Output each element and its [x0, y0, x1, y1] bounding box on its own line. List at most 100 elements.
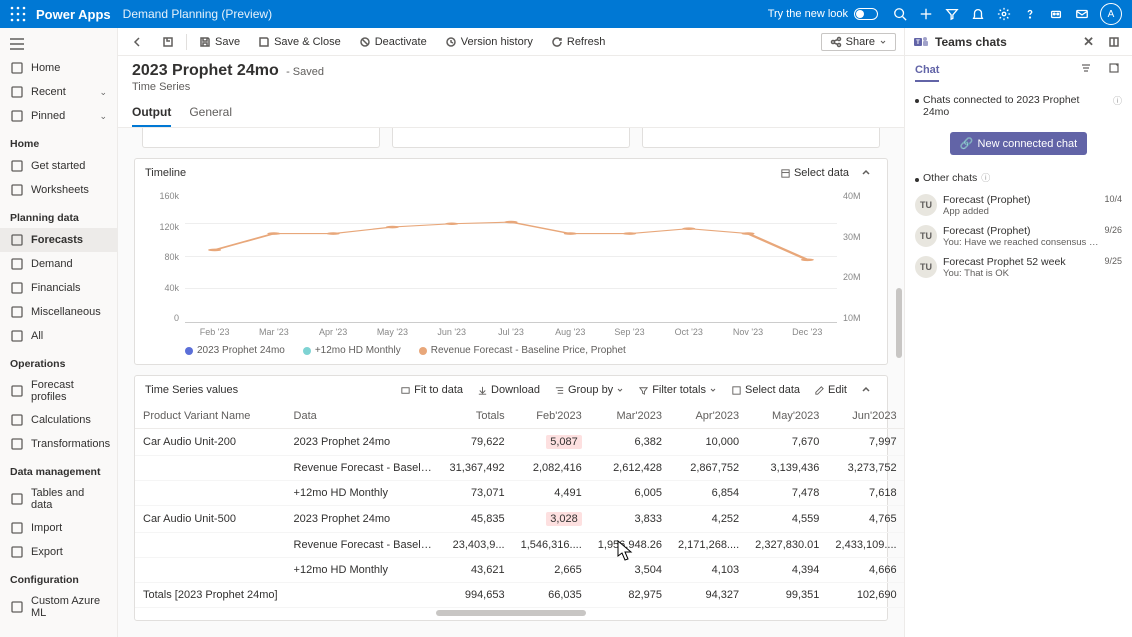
table-row[interactable]: Totals [2023 Prophet 24mo]994,65366,0358…	[135, 583, 904, 608]
chat-item[interactable]: TU Forecast (Prophet) App added 10/4	[915, 190, 1122, 221]
table-cell[interactable]: 102,690	[827, 583, 904, 608]
sidebar-item-miscellaneous[interactable]: Miscellaneous	[0, 300, 117, 324]
filter-chats-icon[interactable]	[1078, 60, 1094, 82]
table-cell[interactable]: 4,765	[827, 506, 904, 533]
filter-icon[interactable]	[940, 2, 964, 26]
table-cell[interactable]: 66,035	[513, 583, 590, 608]
table-cell[interactable]: 2023 Prophet 24mo	[286, 506, 442, 533]
tab-general[interactable]: General	[189, 99, 232, 127]
collapse-icon[interactable]	[855, 383, 877, 397]
column-header[interactable]: Apr'2023	[670, 404, 747, 429]
table-cell[interactable]: 3,504	[590, 558, 670, 583]
sidebar-item-transformations[interactable]: Transformations	[0, 432, 117, 456]
horizontal-scrollbar[interactable]	[436, 610, 586, 616]
back-button[interactable]	[126, 33, 150, 51]
table-cell[interactable]: 4,491	[513, 481, 590, 506]
table-cell[interactable]	[135, 481, 286, 506]
table-row[interactable]: Revenue Forecast - Baseline Price, P...2…	[135, 533, 904, 558]
table-cell[interactable]: 3,139,436	[747, 456, 827, 481]
table-cell[interactable]: Revenue Forecast - Baseline Price, P...	[286, 456, 442, 481]
column-header[interactable]: Product Variant Name	[135, 404, 286, 429]
table-cell[interactable]: 2023 Prophet 24mo	[286, 429, 442, 456]
fit-to-data-button[interactable]: Fit to data	[394, 382, 469, 398]
sidebar-item-demand[interactable]: Demand	[0, 252, 117, 276]
table-cell[interactable]: 73,071	[442, 481, 513, 506]
table-cell[interactable]: 7,478	[747, 481, 827, 506]
table-cell[interactable]: 4,394	[747, 558, 827, 583]
new-chat-icon[interactable]	[1106, 60, 1122, 82]
table-cell[interactable]: 82,975	[590, 583, 670, 608]
sidebar-item-pinned[interactable]: Pinned ⌄	[0, 104, 117, 128]
table-row[interactable]: +12mo HD Monthly43,6212,6653,5044,1034,3…	[135, 558, 904, 583]
new-connected-chat-button[interactable]: 🔗New connected chat	[950, 132, 1087, 155]
column-header[interactable]: Totals	[442, 404, 513, 429]
table-cell[interactable]: 4,252	[670, 506, 747, 533]
table-cell[interactable]: 3,833	[590, 506, 670, 533]
sidebar-item-export[interactable]: Export	[0, 540, 117, 564]
table-cell[interactable]: 1,546,316....	[513, 533, 590, 558]
table-cell[interactable]: 79,622	[442, 429, 513, 456]
column-header[interactable]: Mar'2023	[590, 404, 670, 429]
table-row[interactable]: Car Audio Unit-2002023 Prophet 24mo79,62…	[135, 429, 904, 456]
user-avatar[interactable]: A	[1100, 3, 1122, 25]
table-cell[interactable]: +12mo HD Monthly	[286, 558, 442, 583]
search-icon[interactable]	[888, 2, 912, 26]
table-cell[interactable]: 2,171,268....	[670, 533, 747, 558]
table-cell[interactable]: 23,403,9...	[442, 533, 513, 558]
sidebar-toggle-icon[interactable]	[0, 34, 117, 56]
sidebar-item-home[interactable]: Home	[0, 56, 117, 80]
table-cell[interactable]	[135, 456, 286, 481]
table-cell[interactable]: Totals [2023 Prophet 24mo]	[135, 583, 286, 608]
table-cell[interactable]: 2,327,830.01	[747, 533, 827, 558]
table-row[interactable]: +12mo HD Monthly73,0714,4916,0056,8547,4…	[135, 481, 904, 506]
table-cell[interactable]: 94,327	[670, 583, 747, 608]
sidebar-item-all[interactable]: All	[0, 324, 117, 348]
sidebar-item-import[interactable]: Import	[0, 516, 117, 540]
sidebar-item-forecast-profiles[interactable]: Forecast profiles	[0, 374, 117, 408]
table-cell[interactable]: Car Audio Unit-500	[135, 506, 286, 533]
table-cell[interactable]: 5,087	[513, 429, 590, 456]
table-cell[interactable]	[135, 533, 286, 558]
table-cell[interactable]: 1,956,948.26	[590, 533, 670, 558]
info-icon[interactable]: ⓘ	[981, 171, 990, 184]
table-cell[interactable]: 99,351	[747, 583, 827, 608]
select-data-button[interactable]: Select data	[774, 165, 855, 181]
chat-item[interactable]: TU Forecast (Prophet) You: Have we reach…	[915, 221, 1122, 252]
column-header[interactable]: May'2023	[747, 404, 827, 429]
table-cell[interactable]: 45,835	[442, 506, 513, 533]
settings-icon[interactable]	[992, 2, 1016, 26]
data-grid[interactable]: Product Variant NameDataTotalsFeb'2023Ma…	[135, 404, 904, 608]
refresh-button[interactable]: Refresh	[545, 33, 612, 51]
version-history-button[interactable]: Version history	[439, 33, 539, 51]
table-cell[interactable]: 7,618	[827, 481, 904, 506]
edit-button[interactable]: Edit	[808, 382, 853, 398]
table-cell[interactable]: 7,997	[827, 429, 904, 456]
sidebar-item-custom-azure-ml[interactable]: Custom Azure ML	[0, 590, 117, 624]
table-cell[interactable]: Revenue Forecast - Baseline Price, P...	[286, 533, 442, 558]
group-by-button[interactable]: Group by	[548, 382, 630, 398]
table-cell[interactable]: 2,867,752	[670, 456, 747, 481]
table-cell[interactable]: Car Audio Unit-200	[135, 429, 286, 456]
try-new-look-toggle[interactable]	[854, 8, 878, 20]
table-cell[interactable]: 2,082,416	[513, 456, 590, 481]
info-icon[interactable]: ⓘ	[1113, 94, 1122, 107]
chat-item[interactable]: TU Forecast Prophet 52 week You: That is…	[915, 252, 1122, 283]
table-cell[interactable]: 3,273,752	[827, 456, 904, 481]
app-launcher-icon[interactable]	[10, 6, 26, 22]
help-icon[interactable]	[1018, 2, 1042, 26]
table-cell[interactable]	[135, 558, 286, 583]
deactivate-button[interactable]: Deactivate	[353, 33, 433, 51]
filter-totals-button[interactable]: Filter totals	[632, 382, 723, 398]
download-button[interactable]: Download	[471, 382, 546, 398]
sidebar-item-tables-and-data[interactable]: Tables and data	[0, 482, 117, 516]
sidebar-item-get-started[interactable]: Get started	[0, 154, 117, 178]
assistant-icon[interactable]	[1044, 2, 1068, 26]
table-select-data-button[interactable]: Select data	[725, 382, 806, 398]
table-row[interactable]: Car Audio Unit-5002023 Prophet 24mo45,83…	[135, 506, 904, 533]
column-header[interactable]: Data	[286, 404, 442, 429]
table-cell[interactable]: 31,367,492	[442, 456, 513, 481]
tab-output[interactable]: Output	[132, 99, 171, 127]
mail-icon[interactable]	[1070, 2, 1094, 26]
table-cell[interactable]: 6,382	[590, 429, 670, 456]
sidebar-item-recent[interactable]: Recent ⌄	[0, 80, 117, 104]
